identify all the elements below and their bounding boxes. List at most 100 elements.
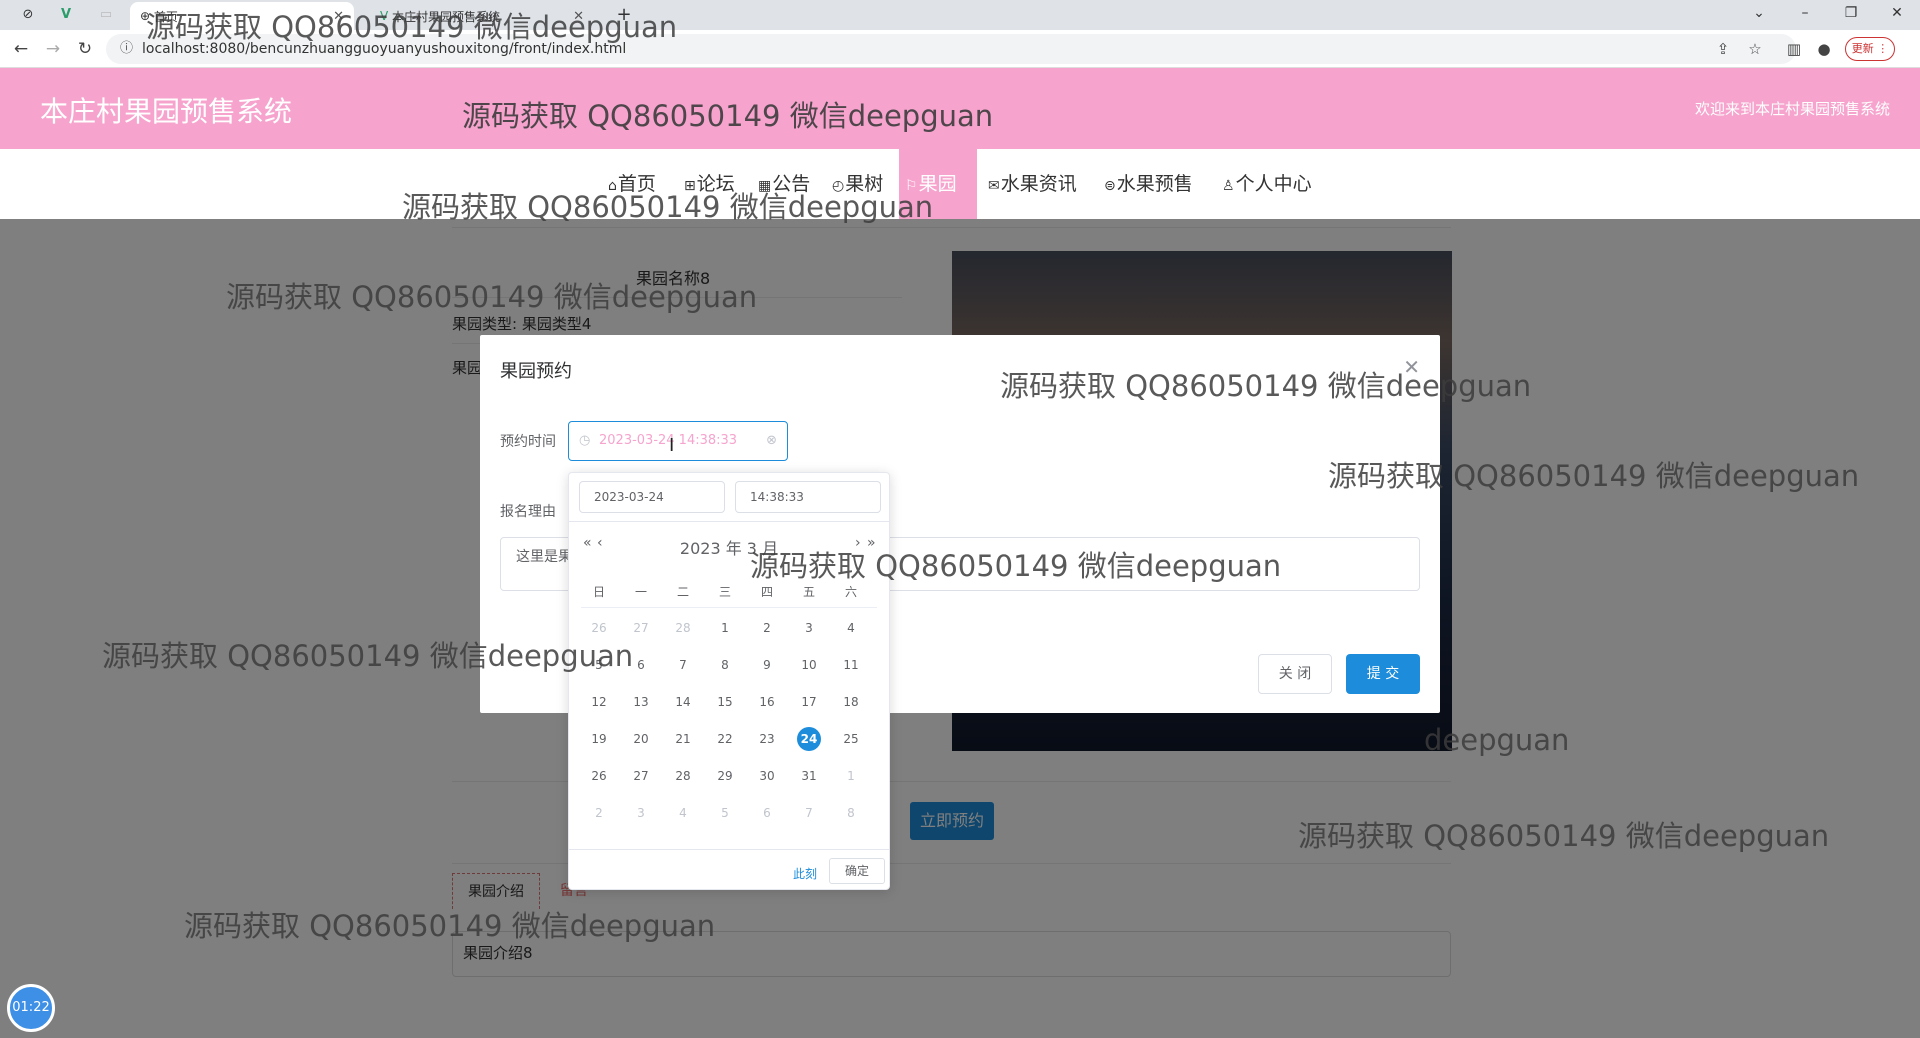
day-number: 12 <box>591 695 607 709</box>
calendar-day[interactable]: 31 <box>789 763 829 789</box>
day-number: 29 <box>717 769 733 783</box>
presale-icon: ⊜ <box>1104 178 1116 194</box>
calendar-day[interactable]: 14 <box>663 689 703 715</box>
nav-personal-center[interactable]: ♙个人中心 <box>1216 149 1318 219</box>
day-number: 9 <box>763 658 771 672</box>
calendar-day[interactable]: 3 <box>789 615 829 641</box>
calendar-day[interactable]: 7 <box>663 652 703 678</box>
booking-time-input[interactable]: ◷ 2023-03-24 14:38:33 ⊗ <box>568 421 788 461</box>
day-number: 3 <box>805 621 813 635</box>
calendar-day[interactable]: 9 <box>747 652 787 678</box>
nav-label: 个人中心 <box>1235 173 1312 195</box>
nav-fruit-news[interactable]: ✉水果资讯 <box>982 149 1083 219</box>
calendar-day[interactable]: 13 <box>621 689 661 715</box>
calendar-day[interactable]: 6 <box>747 800 787 826</box>
text-cursor-icon: I <box>669 435 675 456</box>
site-title: 本庄村果园预售系统 <box>40 95 293 128</box>
vue-tab-icon[interactable]: V <box>56 5 76 25</box>
day-number: 6 <box>763 806 771 820</box>
mail-icon: ✉ <box>988 178 1000 194</box>
calendar-day[interactable]: 19 <box>579 726 619 752</box>
day-number: 15 <box>717 695 733 709</box>
restore-icon[interactable]: ❐ <box>1836 5 1866 21</box>
calendar-day[interactable]: 5 <box>705 800 745 826</box>
calendar-day[interactable]: 28 <box>663 763 703 789</box>
calendar-day[interactable]: 26 <box>579 763 619 789</box>
user-icon: ♙ <box>1222 178 1235 194</box>
calendar-day[interactable]: 12 <box>579 689 619 715</box>
calendar-day[interactable]: 22 <box>705 726 745 752</box>
calendar-day[interactable]: 16 <box>747 689 787 715</box>
confirm-button[interactable]: 确定 <box>829 858 885 884</box>
weekday-label: 二 <box>676 585 689 599</box>
day-number: 4 <box>679 806 687 820</box>
sidepanel-icon[interactable]: ▥ <box>1784 40 1804 58</box>
prev-month-icon[interactable]: ‹ <box>597 535 603 551</box>
picker-date-input[interactable]: 2023-03-24 <box>579 481 725 513</box>
close-button[interactable]: 关 闭 <box>1258 654 1332 694</box>
nav-fruit-presale[interactable]: ⊜水果预售 <box>1098 149 1199 219</box>
watermark: 源码获取 QQ86050149 微信deepguan <box>750 549 1282 583</box>
calendar-day[interactable]: 25 <box>831 726 871 752</box>
calendar-day[interactable]: 23 <box>747 726 787 752</box>
dialog-title: 果园预约 <box>500 361 572 382</box>
calendar-day-selected[interactable]: 24 <box>789 726 829 752</box>
day-number: 7 <box>805 806 813 820</box>
divider <box>569 849 889 850</box>
calendar-day[interactable]: 15 <box>705 689 745 715</box>
calendar-day[interactable]: 8 <box>831 800 871 826</box>
calendar-day[interactable]: 17 <box>789 689 829 715</box>
day-number: 2 <box>595 806 603 820</box>
calendar-day[interactable]: 29 <box>705 763 745 789</box>
calendar-day[interactable]: 10 <box>789 652 829 678</box>
day-number: 3 <box>637 806 645 820</box>
calendar-day[interactable]: 3 <box>621 800 661 826</box>
weekday-label: 五 <box>802 585 815 599</box>
watermark: 源码获取 QQ86050149 微信deepguan <box>462 99 994 133</box>
back-icon[interactable]: ← <box>10 39 32 59</box>
calendar-day[interactable]: 4 <box>831 615 871 641</box>
day-number: 22 <box>717 732 733 746</box>
watermark: 源码获取 QQ86050149 微信deepguan <box>146 10 678 44</box>
prev-year-icon[interactable]: « <box>583 535 592 551</box>
tab-search-icon[interactable]: ⌄ <box>1744 5 1774 21</box>
calendar-day[interactable]: 11 <box>831 652 871 678</box>
calendar-day[interactable]: 8 <box>705 652 745 678</box>
time-label: 预约时间 <box>500 434 556 450</box>
blank-tab-icon[interactable]: ▭ <box>96 5 116 25</box>
calendar-day[interactable]: 1 <box>831 763 871 789</box>
now-button[interactable]: 此刻 <box>793 865 817 882</box>
calendar-day[interactable]: 4 <box>663 800 703 826</box>
calendar-day[interactable]: 2 <box>747 615 787 641</box>
forward-icon[interactable]: → <box>42 39 64 59</box>
weekday-label: 四 <box>760 585 773 599</box>
share-icon[interactable]: ⇪ <box>1713 40 1733 58</box>
pinned-tab-icon[interactable]: ⊘ <box>18 5 38 25</box>
recording-timer: 01:22 <box>7 984 55 1032</box>
calendar-day[interactable]: 7 <box>789 800 829 826</box>
calendar-day[interactable]: 21 <box>663 726 703 752</box>
calendar-day[interactable]: 30 <box>747 763 787 789</box>
submit-button[interactable]: 提 交 <box>1346 654 1420 694</box>
day-number: 2 <box>763 621 771 635</box>
calendar-day[interactable]: 2 <box>579 800 619 826</box>
calendar-day[interactable]: 20 <box>621 726 661 752</box>
calendar-day[interactable]: 1 <box>705 615 745 641</box>
weekday-label: 一 <box>634 585 647 599</box>
bookmark-star-icon[interactable]: ☆ <box>1745 40 1765 58</box>
clear-icon[interactable]: ⊗ <box>766 422 777 460</box>
profile-icon[interactable]: ● <box>1814 40 1834 58</box>
watermark: 源码获取 QQ86050149 微信deepguan <box>1328 459 1860 493</box>
info-icon[interactable]: ⓘ <box>120 34 133 64</box>
calendar-day[interactable]: 18 <box>831 689 871 715</box>
reload-icon[interactable]: ↻ <box>74 39 96 59</box>
minimize-icon[interactable]: – <box>1790 5 1820 21</box>
picker-time-input[interactable]: 14:38:33 <box>735 481 881 513</box>
update-button[interactable]: 更新 ⋮ <box>1845 37 1895 61</box>
day-number: 1 <box>847 769 855 783</box>
day-number: 28 <box>675 769 691 783</box>
calendar-day[interactable]: 27 <box>621 763 661 789</box>
calendar-day[interactable]: 28 <box>663 615 703 641</box>
weekday-label: 日 <box>592 585 605 599</box>
window-close-icon[interactable]: ✕ <box>1882 5 1912 21</box>
